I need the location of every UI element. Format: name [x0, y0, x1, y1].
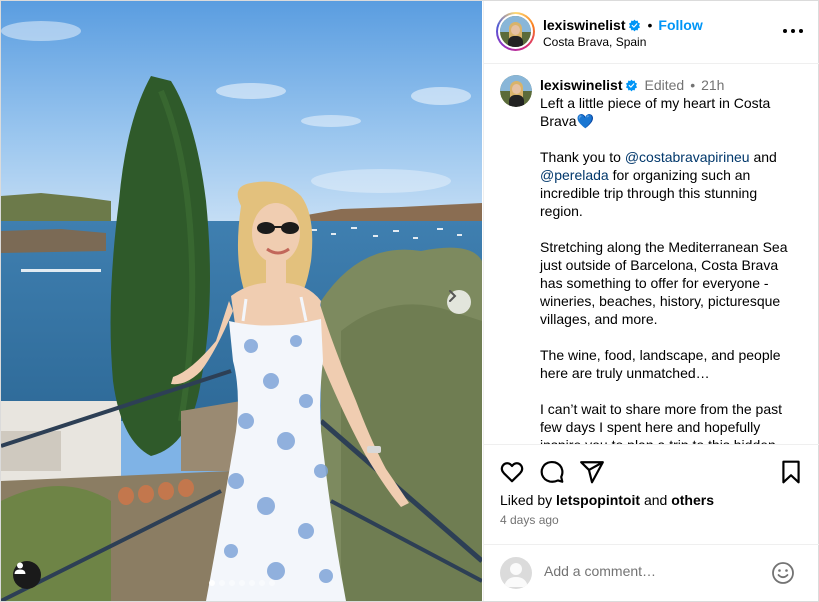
save-bookmark-icon[interactable]	[778, 459, 804, 485]
more-dots-icon	[783, 29, 787, 33]
caption-avatar[interactable]	[500, 75, 532, 107]
post-timestamp[interactable]: 4 days ago	[500, 513, 559, 527]
comment-icon[interactable]	[539, 459, 565, 485]
mention-link[interactable]: @costabravapirineu	[625, 149, 750, 165]
carousel-dot	[228, 580, 235, 586]
edited-label: Edited	[644, 77, 685, 93]
carousel-dot	[208, 580, 215, 586]
follow-button[interactable]: Follow	[658, 17, 702, 33]
post-header: lexiswinelist • Follow Costa Brava, Spai…	[484, 1, 819, 64]
emoji-picker-icon[interactable]	[771, 561, 795, 585]
likes-others-link[interactable]: others	[671, 492, 714, 508]
author-username[interactable]: lexiswinelist	[543, 17, 625, 33]
likes-summary: Liked by letspopintoit and others	[500, 492, 714, 508]
separator-dot: •	[647, 17, 653, 33]
mention-link[interactable]: @perelada	[540, 167, 609, 183]
caption-paragraph: Stretching along the Mediterranean Sea j…	[540, 239, 788, 327]
caption-paragraph: The wine, food, landscape, and people he…	[540, 347, 781, 381]
like-heart-icon[interactable]	[499, 459, 525, 485]
comment-bar	[484, 544, 819, 602]
current-user-avatar	[500, 557, 532, 589]
chevron-right-icon	[449, 290, 457, 302]
carousel-dot	[258, 580, 265, 586]
carousel-dot	[268, 580, 275, 586]
caption-paragraph: Thank you to @costabravapirineu and @per…	[540, 149, 777, 219]
caption-username[interactable]: lexiswinelist	[540, 76, 622, 94]
caption-section: lexiswinelist Edited • 21h Left a little…	[484, 64, 819, 444]
caption-text: Left a little piece of my heart in Costa…	[540, 94, 802, 444]
avatar	[500, 16, 531, 47]
avatar	[500, 75, 532, 107]
next-photo-button[interactable]	[447, 290, 471, 314]
carousel-indicator	[1, 580, 482, 586]
caption-age[interactable]: 21h	[701, 76, 724, 94]
post-photo[interactable]	[1, 1, 482, 601]
user-icon	[14, 562, 26, 574]
caption-paragraph: I can’t wait to share more from the past…	[540, 401, 782, 444]
post-modal: lexiswinelist • Follow Costa Brava, Spai…	[0, 0, 819, 602]
action-bar: Liked by letspopintoit and others 4 days…	[484, 444, 819, 545]
verified-badge-icon	[629, 19, 641, 31]
post-details-panel: lexiswinelist • Follow Costa Brava, Spai…	[483, 1, 819, 601]
story-ring-avatar[interactable]	[496, 12, 535, 51]
carousel-dot	[238, 580, 245, 586]
post-location[interactable]: Costa Brava, Spain	[543, 35, 646, 49]
separator-dot: •	[690, 77, 696, 93]
comment-input[interactable]	[544, 563, 764, 579]
more-options-button[interactable]	[783, 23, 803, 39]
carousel-dot	[248, 580, 255, 586]
default-avatar-icon	[504, 563, 528, 587]
carousel-dot	[218, 580, 225, 586]
liker-username[interactable]: letspopintoit	[556, 492, 640, 508]
share-send-icon[interactable]	[579, 459, 605, 485]
verified-badge-icon	[626, 79, 638, 91]
photo-illustration	[1, 1, 482, 601]
caption-line: Left a little piece of my heart in Costa…	[540, 95, 771, 129]
